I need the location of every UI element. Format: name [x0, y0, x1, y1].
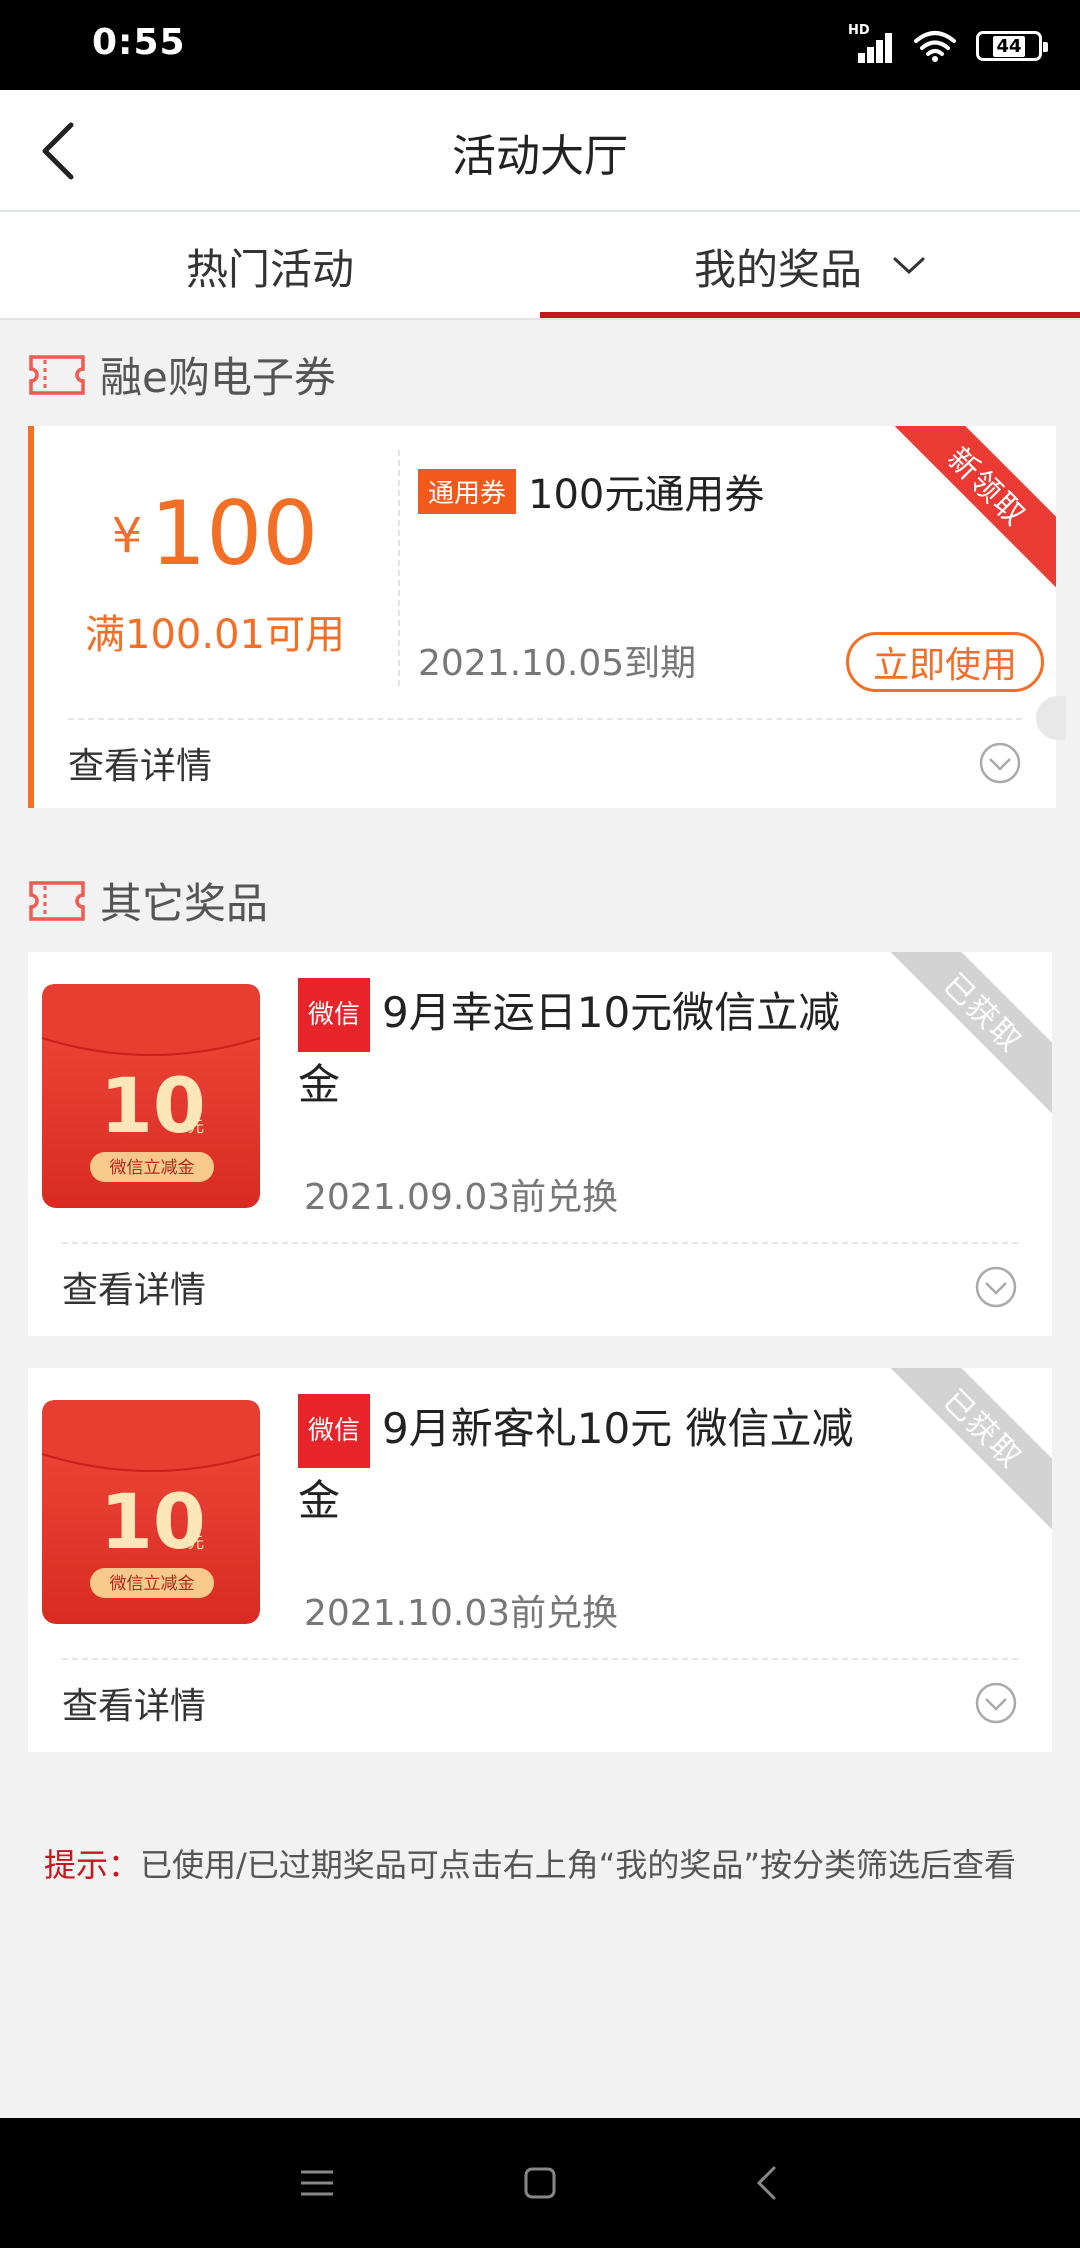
red-packet-image: 10 元 微信立减金 [41, 984, 261, 1208]
tab-my-prizes[interactable]: 我的奖品 [540, 212, 1080, 320]
tab-label: 我的奖品 [693, 244, 862, 294]
coupon-amount: ¥100 [34, 482, 396, 585]
back-triangle-icon [756, 2166, 776, 2200]
red-packet-image: 10 元 微信立减金 [41, 1400, 261, 1624]
coupon-expiry: 2021.10.05到期 [418, 643, 697, 684]
coupon-type-tag: 通用券 [418, 468, 517, 514]
chevron-down-circle-icon [975, 1682, 1017, 1724]
red-packet-amount: 10 [100, 1477, 206, 1566]
menu-icon [301, 2170, 333, 2196]
prize-title: 9月幸运日10元微信立减金 [298, 988, 841, 1109]
prize-title: 9月新客礼10元 微信立减金 [298, 1404, 854, 1525]
view-details-row[interactable]: 查看详情 [68, 720, 1022, 806]
page-title: 活动大厅 [452, 131, 628, 182]
active-tab-indicator [540, 312, 1080, 318]
battery-icon: 44 [976, 31, 1048, 61]
tab-label: 热门活动 [185, 244, 354, 294]
nav-bar: 活动大厅 [0, 90, 1080, 212]
new-badge-ribbon: 新领取 [882, 426, 1056, 592]
use-now-button[interactable]: 立即使用 [846, 632, 1044, 692]
obtained-badge-ribbon: 已获取 [878, 1368, 1052, 1534]
chevron-down-icon [892, 256, 926, 276]
wechat-tag: 微信 [298, 978, 371, 1052]
menu-button[interactable] [282, 2148, 352, 2218]
prize-card[interactable]: 10 元 微信立减金 微信 9月新客礼10元 微信立减金 2021.10.03前兑… [28, 1368, 1052, 1752]
ticket-icon [29, 880, 85, 921]
red-packet-amount: 10 [100, 1061, 206, 1150]
status-time: 0:55 [92, 22, 186, 63]
red-packet-unit: 元 [188, 1533, 204, 1552]
red-packet-label: 微信立减金 [110, 1574, 195, 1594]
chevron-down-circle-icon [975, 1266, 1017, 1308]
wechat-tag: 微信 [298, 1394, 371, 1468]
view-details-row[interactable]: 查看详情 [62, 1244, 1018, 1330]
coupon-divider [398, 450, 400, 686]
chevron-down-circle-icon [979, 742, 1021, 784]
system-nav-bar [0, 2118, 1080, 2248]
view-details-row[interactable]: 查看详情 [62, 1660, 1018, 1746]
tab-hot-activities[interactable]: 热门活动 [0, 212, 540, 320]
prize-title-block: 微信 9月幸运日10元微信立减金 [298, 978, 878, 1118]
signal-icon: HD [848, 23, 894, 65]
coupon-condition: 满100.01可用 [85, 612, 345, 658]
tip-label: 提示： [44, 1846, 141, 1884]
status-icons: HD 44 [848, 23, 1048, 66]
section-title: 其它奖品 [100, 879, 269, 928]
red-packet-unit: 元 [188, 1117, 204, 1136]
view-details-label: 查看详情 [68, 746, 213, 787]
section-header-e-coupons: 融e购电子券 [28, 344, 336, 405]
network-type-label: HD [848, 23, 870, 38]
prize-title-block: 微信 9月新客礼10元 微信立减金 [298, 1394, 878, 1534]
battery-level: 44 [993, 35, 1025, 57]
prize-redeem-date: 2021.09.03前兑换 [304, 1177, 619, 1218]
section-header-other-prizes: 其它奖品 [28, 870, 268, 931]
coupon-title: 100元通用券 [528, 472, 765, 518]
tip-text: 提示：已使用/已过期奖品可点击右上角“我的奖品”按分类筛选后查看 [44, 1840, 1016, 1886]
prize-card[interactable]: 10 元 微信立减金 微信 9月幸运日10元微信立减金 2021.09.03前兑换… [28, 952, 1052, 1336]
coupon-card[interactable]: ¥100 满100.01可用 通用券 100元通用券 2021.10.05到期 … [28, 426, 1056, 808]
home-button[interactable] [505, 2148, 575, 2218]
currency-symbol: ¥ [111, 508, 143, 564]
ticket-icon [29, 354, 85, 395]
view-details-label: 查看详情 [62, 1270, 207, 1311]
obtained-badge-ribbon: 已获取 [878, 952, 1052, 1118]
section-title: 融e购电子券 [100, 353, 336, 402]
red-packet-label: 微信立减金 [110, 1158, 195, 1178]
coupon-value: 100 [150, 482, 319, 585]
system-back-button[interactable] [731, 2148, 801, 2218]
home-square-icon [524, 2167, 556, 2199]
prize-redeem-date: 2021.10.03前兑换 [304, 1593, 619, 1634]
wifi-icon [914, 31, 956, 62]
coupon-title-row: 通用券 100元通用券 [418, 462, 764, 520]
coupon-value-panel: ¥100 满100.01可用 [34, 426, 396, 706]
tip-body: 已使用/已过期奖品可点击右上角“我的奖品”按分类筛选后查看 [140, 1846, 1016, 1884]
view-details-label: 查看详情 [62, 1686, 207, 1727]
tab-bar: 热门活动 我的奖品 [0, 212, 1080, 320]
status-bar: 0:55 HD 44 [0, 0, 1080, 90]
